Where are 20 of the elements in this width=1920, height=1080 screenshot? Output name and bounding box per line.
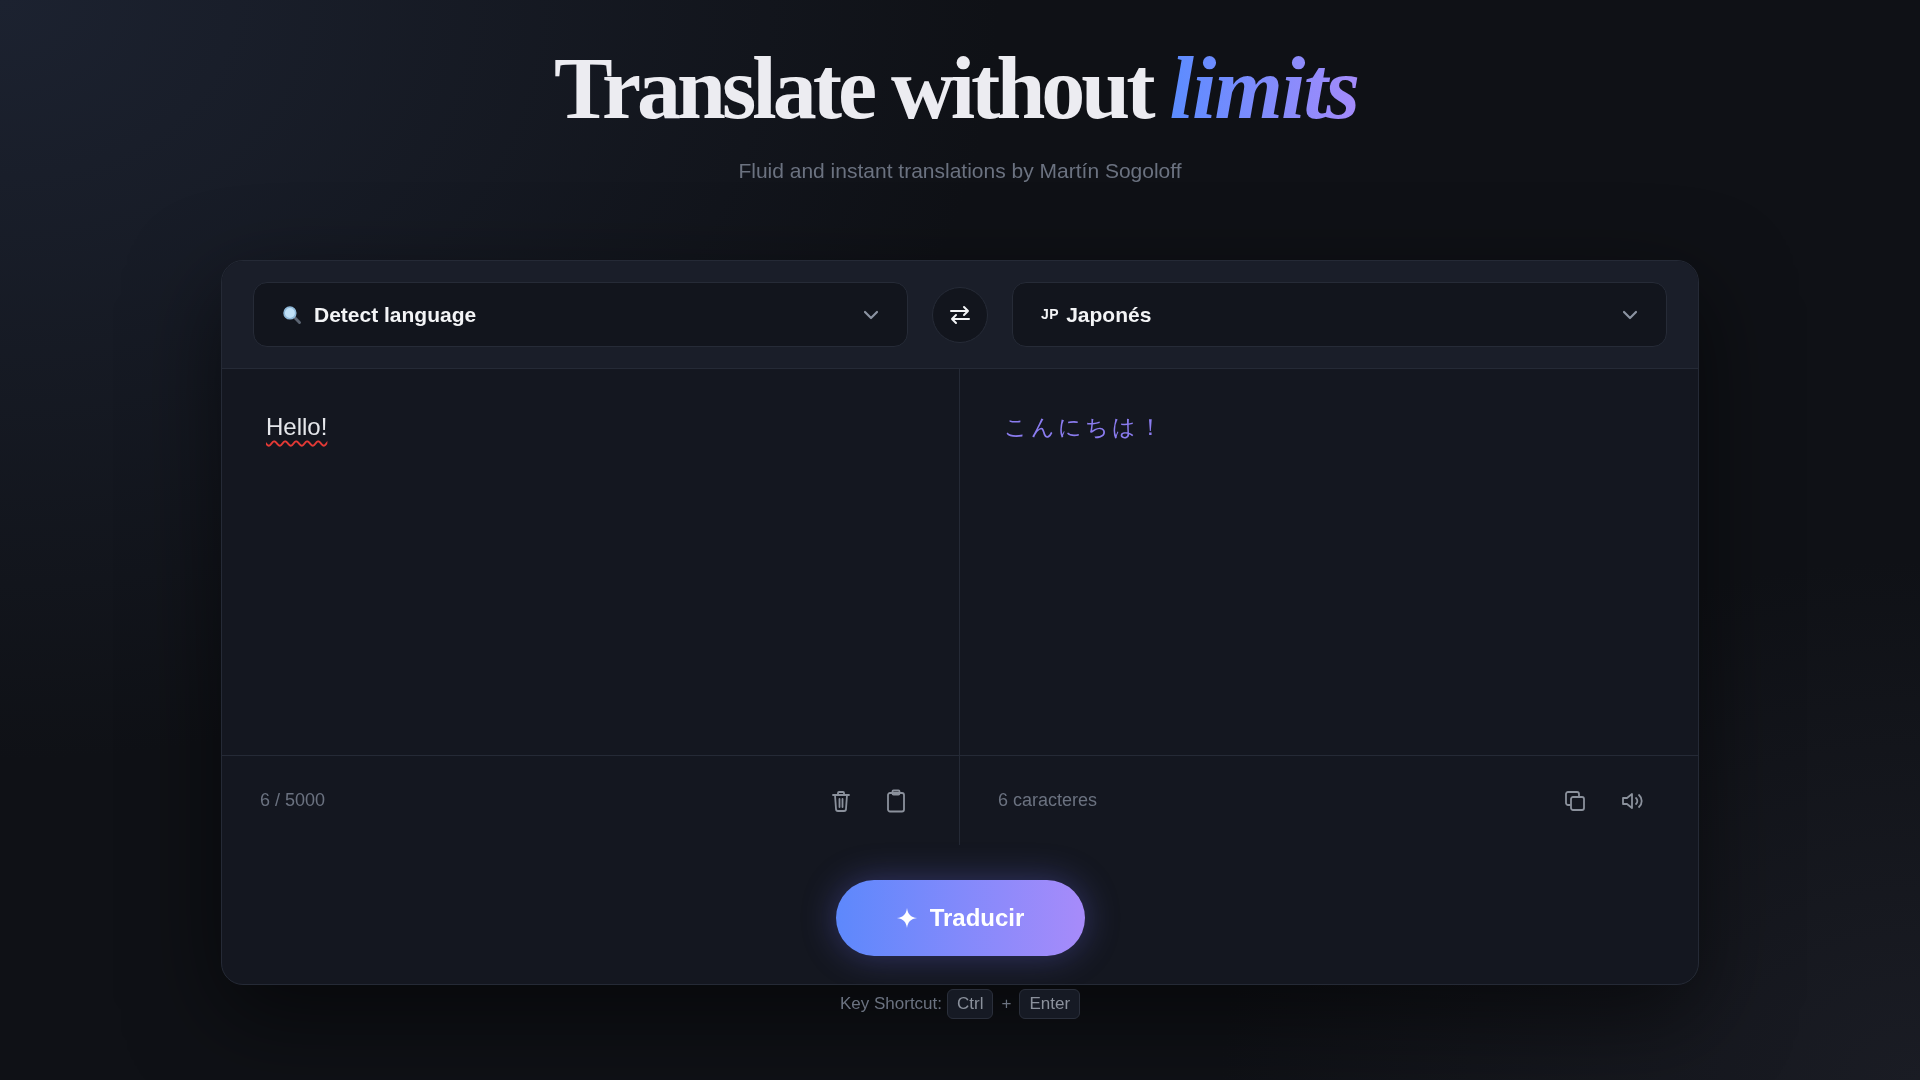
trash-icon (831, 789, 851, 812)
keyboard-key: Ctrl (947, 989, 994, 1019)
speaker-icon (1621, 790, 1645, 811)
chevron-down-icon (1622, 309, 1638, 320)
page-subtitle: Fluid and instant translations by Martín Sogoloff (738, 158, 1182, 184)
page-title: Translate without limits (553, 45, 1367, 133)
shortcut-label: Key Shortcut: (839, 993, 942, 1016)
character-count: 6 caracteres (998, 789, 1098, 813)
keyboard-key: Enter (1019, 989, 1081, 1019)
key-separator: + (1001, 993, 1012, 1016)
source-text-field[interactable]: Hello! (222, 369, 959, 756)
translation-text: こんにちは！ (1004, 414, 1165, 441)
chevron-down-icon (863, 309, 879, 320)
character-counter: 6 / 5000 (260, 789, 326, 813)
source-language-select[interactable]: Detect language (253, 282, 908, 348)
search-icon (282, 304, 302, 325)
target-language-select[interactable]: JP Japonés (1012, 282, 1667, 348)
clipboard-icon (886, 788, 906, 813)
copy-icon (1564, 789, 1586, 812)
swap-icon (949, 304, 971, 325)
